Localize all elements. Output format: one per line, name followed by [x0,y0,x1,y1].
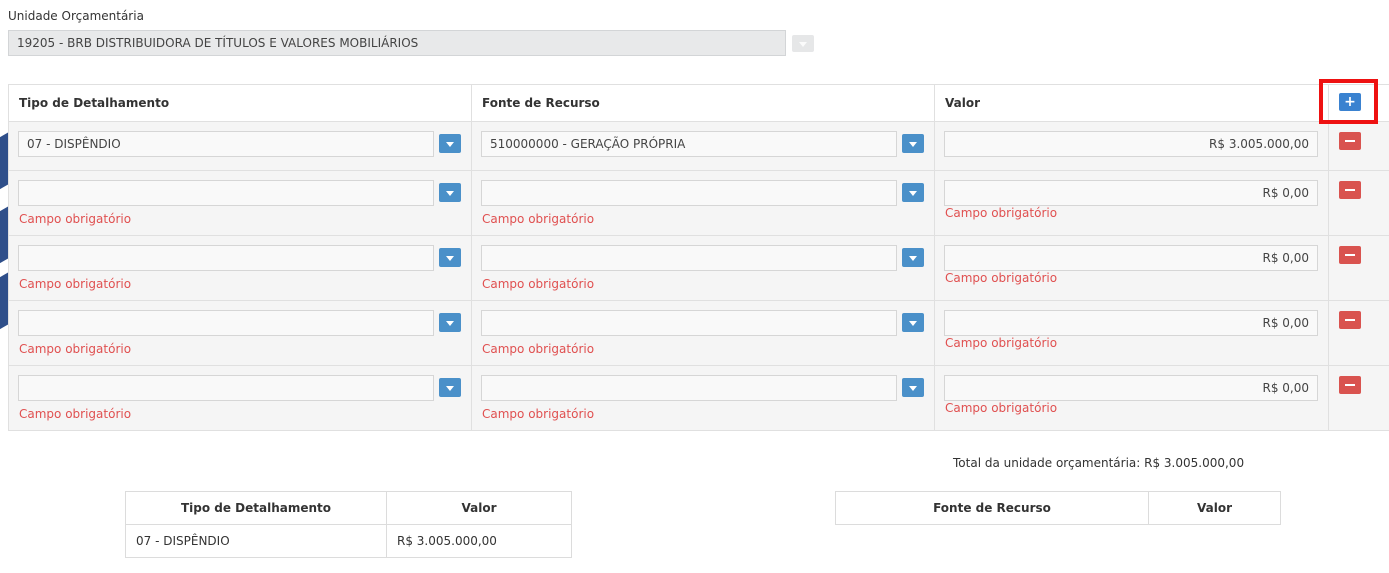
chevron-down-icon [446,385,454,391]
required-error: Campo obrigatório [19,277,132,291]
remove-row-button[interactable] [1339,246,1361,264]
header-tipo: Tipo de Detalhamento [8,84,472,122]
fonte-dropdown-button[interactable] [902,183,924,202]
required-error: Campo obrigatório [482,212,595,226]
chevron-down-icon [909,385,917,391]
fonte-cell: Campo obrigatório [471,300,935,366]
add-row-button[interactable]: + [1339,93,1361,111]
fonte-select[interactable] [481,375,897,401]
summary-fonte-table: Fonte de Recurso Valor [835,491,1281,525]
fonte-dropdown-button[interactable] [902,134,924,153]
tipo-cell: Campo obrigatório [8,365,472,431]
remove-row-button[interactable] [1339,311,1361,329]
tipo-select[interactable] [18,180,434,206]
fonte-select[interactable] [481,245,897,271]
header-valor: Valor [934,84,1329,122]
chevron-down-icon [909,141,917,147]
chevron-down-icon [909,320,917,326]
unit-select[interactable]: 19205 - BRB DISTRIBUIDORA DE TÍTULOS E V… [8,30,786,56]
required-error: Campo obrigatório [945,271,1058,285]
tipo-cell: Campo obrigatório [8,300,472,366]
tipo-dropdown-button[interactable] [439,248,461,267]
remove-row-button[interactable] [1339,132,1361,150]
fonte-dropdown-button[interactable] [902,248,924,267]
required-error: Campo obrigatório [482,277,595,291]
summary-valor-cell: R$ 3.005.000,00 [386,524,572,558]
required-error: Campo obrigatório [945,401,1058,415]
chevron-down-icon [799,41,807,47]
detail-grid: Tipo de Detalhamento Fonte de Recurso Va… [8,84,1389,431]
table-row: Campo obrigatório Campo obrigatório R$ 0… [8,365,1389,431]
actions-cell [1328,170,1389,236]
valor-cell: R$ 0,00 Campo obrigatório [934,365,1329,431]
valor-input[interactable]: R$ 3.005.000,00 [944,131,1318,157]
fonte-cell: 510000000 - GERAÇÃO PRÓPRIA [471,121,935,171]
header-fonte: Fonte de Recurso [471,84,935,122]
actions-cell [1328,235,1389,301]
summary-tipo-table: Tipo de Detalhamento Valor 07 - DISPÊNDI… [125,491,572,558]
fonte-select[interactable]: 510000000 - GERAÇÃO PRÓPRIA [481,131,897,157]
chevron-down-icon [446,141,454,147]
chevron-down-icon [909,255,917,261]
fonte-select[interactable] [481,310,897,336]
remove-row-button[interactable] [1339,376,1361,394]
summary-fonte-header: Fonte de Recurso [835,491,1149,525]
tipo-dropdown-button[interactable] [439,183,461,202]
tipo-select[interactable] [18,375,434,401]
table-row: Campo obrigatório Campo obrigatório R$ 0… [8,235,1389,301]
tipo-select[interactable]: 07 - DISPÊNDIO [18,131,434,157]
actions-cell [1328,300,1389,366]
actions-cell [1328,121,1389,171]
required-error: Campo obrigatório [482,342,595,356]
tipo-dropdown-button[interactable] [439,378,461,397]
valor-input[interactable]: R$ 0,00 [944,245,1318,271]
chevron-down-icon [446,190,454,196]
valor-cell: R$ 3.005.000,00 [934,121,1329,171]
table-row: 07 - DISPÊNDIO R$ 3.005.000,00 [125,524,572,558]
required-error: Campo obrigatório [482,407,595,421]
chevron-down-icon [446,320,454,326]
valor-input[interactable]: R$ 0,00 [944,180,1318,206]
valor-cell: R$ 0,00 Campo obrigatório [934,170,1329,236]
tipo-cell: 07 - DISPÊNDIO [8,121,472,171]
required-error: Campo obrigatório [19,407,132,421]
required-error: Campo obrigatório [945,206,1058,220]
summary-fonte-valor-header: Valor [1148,491,1281,525]
fonte-select[interactable] [481,180,897,206]
tipo-cell: Campo obrigatório [8,170,472,236]
fonte-dropdown-button[interactable] [902,378,924,397]
tipo-dropdown-button[interactable] [439,313,461,332]
chevron-down-icon [909,190,917,196]
remove-row-button[interactable] [1339,181,1361,199]
fonte-cell: Campo obrigatório [471,365,935,431]
summary-tipo-header: Tipo de Detalhamento [125,491,387,525]
fonte-cell: Campo obrigatório [471,170,935,236]
required-error: Campo obrigatório [19,342,132,356]
tipo-select[interactable] [18,245,434,271]
table-row: 07 - DISPÊNDIO 510000000 - GERAÇÃO PRÓPR… [8,121,1389,171]
fonte-cell: Campo obrigatório [471,235,935,301]
unit-label: Unidade Orçamentária [8,9,144,23]
summary-tipo-cell: 07 - DISPÊNDIO [125,524,387,558]
valor-cell: R$ 0,00 Campo obrigatório [934,300,1329,366]
fonte-dropdown-button[interactable] [902,313,924,332]
unit-total: Total da unidade orçamentária: R$ 3.005.… [953,456,1245,470]
valor-cell: R$ 0,00 Campo obrigatório [934,235,1329,301]
valor-input[interactable]: R$ 0,00 [944,310,1318,336]
tipo-select[interactable] [18,310,434,336]
required-error: Campo obrigatório [19,212,132,226]
tipo-cell: Campo obrigatório [8,235,472,301]
valor-input[interactable]: R$ 0,00 [944,375,1318,401]
summary-tipo-valor-header: Valor [386,491,572,525]
chevron-down-icon [446,255,454,261]
add-row-highlight: + [1319,79,1378,124]
unit-dropdown-button[interactable] [792,35,814,52]
required-error: Campo obrigatório [945,336,1058,350]
table-row: Campo obrigatório Campo obrigatório R$ 0… [8,170,1389,236]
actions-cell [1328,365,1389,431]
tipo-dropdown-button[interactable] [439,134,461,153]
table-row: Campo obrigatório Campo obrigatório R$ 0… [8,300,1389,366]
